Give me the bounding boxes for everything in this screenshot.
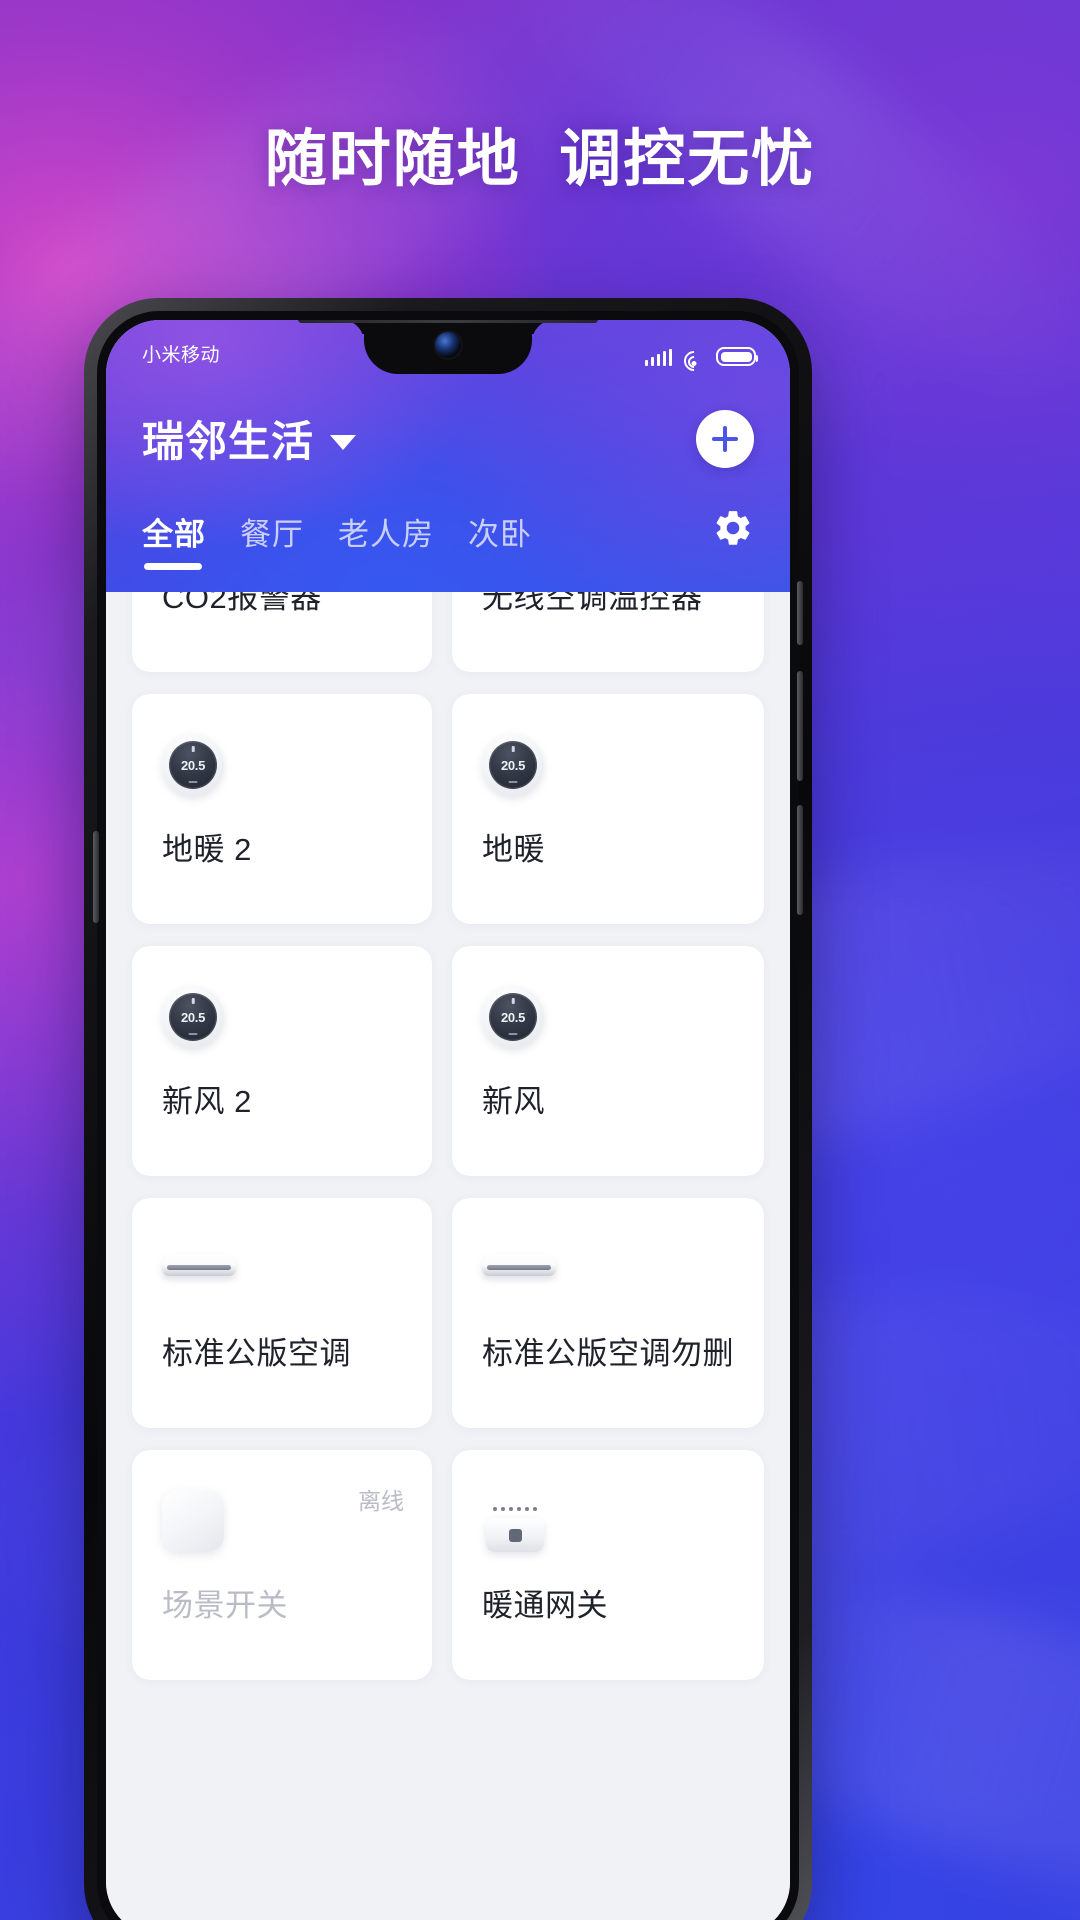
- device-name: 标准公版空调勿删: [482, 1336, 734, 1371]
- device-icon-slot: 20.5: [162, 980, 402, 1054]
- air-conditioner-icon: [162, 1252, 236, 1286]
- device-name: 标准公版空调: [162, 1336, 351, 1371]
- device-name: 无线空调温控器: [482, 592, 703, 615]
- device-icon-slot: 20.5: [162, 728, 402, 802]
- device-card[interactable]: 20.5 无线空调温控器: [452, 592, 764, 672]
- device-grid-area: CO₂ CO2报警器 20.5: [106, 592, 790, 1920]
- device-icon-slot: [482, 1232, 734, 1306]
- device-name: 地暖: [482, 832, 545, 867]
- phone-earpiece: [298, 320, 598, 323]
- device-name: 新风: [482, 1084, 545, 1119]
- battery-full-icon: [716, 347, 758, 366]
- app-title-bar: 瑞邻生活: [106, 374, 790, 469]
- tab-second-bedroom[interactable]: 次卧: [468, 509, 532, 572]
- device-name: 地暖 2: [162, 832, 252, 867]
- phone-side-button: [797, 581, 803, 645]
- device-card[interactable]: 20.5 新风: [452, 946, 764, 1176]
- phone-mockup: 小米移动 瑞邻生活 全部 餐厅 老人房 次卧 CO2报警器 无线空调温控器 20…: [84, 298, 812, 1920]
- plus-icon: [712, 425, 738, 452]
- device-card[interactable]: 20.5 新风 2: [132, 946, 432, 1176]
- device-card[interactable]: 标准公版空调: [132, 1198, 432, 1428]
- device-card[interactable]: 标准公版空调勿删: [452, 1198, 764, 1428]
- device-name: 场景开关: [162, 1588, 288, 1623]
- scene-switch-icon: [162, 1490, 224, 1552]
- device-name: 暖通网关: [482, 1588, 608, 1623]
- phone-power-button: [93, 831, 99, 923]
- thermostat-temperature: 20.5: [180, 1009, 206, 1025]
- smart-home-app: 小米移动 瑞邻生活 全部 餐厅 老人房 次卧 CO2报警器 无线空调温控器 20…: [106, 320, 790, 1920]
- device-name: CO2报警器: [162, 592, 322, 615]
- front-camera-icon: [435, 332, 461, 358]
- phone-volume-up-button: [797, 671, 803, 781]
- device-icon-slot: 20.5: [482, 980, 734, 1054]
- page-title: 瑞邻生活: [142, 418, 315, 465]
- device-card[interactable]: 20.5 地暖 2: [132, 694, 432, 924]
- tab-all[interactable]: 全部: [142, 509, 206, 572]
- gear-icon[interactable]: [712, 507, 754, 549]
- device-card[interactable]: 暖通网关: [452, 1450, 764, 1680]
- tab-dining[interactable]: 餐厅: [240, 509, 304, 572]
- hvac-gateway-icon: [482, 1490, 548, 1552]
- device-icon-slot: [162, 1232, 402, 1306]
- phone-volume-down-button: [797, 805, 803, 915]
- room-tab-bar: 全部 餐厅 老人房 次卧: [106, 469, 790, 572]
- thermostat-icon: 20.5: [482, 734, 544, 796]
- home-selector[interactable]: 瑞邻生活: [142, 408, 357, 469]
- air-conditioner-icon: [482, 1252, 556, 1286]
- thermostat-icon: 20.5: [162, 986, 224, 1048]
- thermostat-icon: 20.5: [482, 986, 544, 1048]
- wifi-icon: [679, 346, 709, 376]
- tab-elder-room[interactable]: 老人房: [338, 509, 434, 572]
- thermostat-temperature: 20.5: [500, 1009, 526, 1025]
- chevron-down-icon[interactable]: [330, 435, 357, 450]
- thermostat-temperature: 20.5: [180, 757, 206, 773]
- device-card[interactable]: CO₂ CO2报警器: [132, 592, 432, 672]
- room-tabs: 全部 餐厅 老人房 次卧: [142, 509, 532, 572]
- device-icon-slot: 20.5: [482, 728, 734, 802]
- device-name: 新风 2: [162, 1084, 252, 1119]
- phone-screen: 小米移动 瑞邻生活 全部 餐厅 老人房 次卧 CO2报警器 无线空调温控器 20…: [106, 320, 790, 1920]
- thermostat-temperature: 20.5: [500, 757, 526, 773]
- signal-bars-icon: [644, 349, 672, 366]
- status-bar-icons: [644, 346, 758, 376]
- device-icon-slot: [482, 1484, 734, 1558]
- carrier-label: 小米移动: [142, 345, 221, 366]
- device-card[interactable]: 20.5 地暖: [452, 694, 764, 924]
- poster-headline: 随时随地 调控无忧: [264, 125, 816, 194]
- device-card[interactable]: 离线 场景开关: [132, 1450, 432, 1680]
- status-badge: 离线: [358, 1488, 404, 1514]
- add-device-button[interactable]: [696, 409, 754, 468]
- device-grid: CO₂ CO2报警器 20.5: [106, 592, 790, 1920]
- thermostat-icon: 20.5: [162, 734, 224, 796]
